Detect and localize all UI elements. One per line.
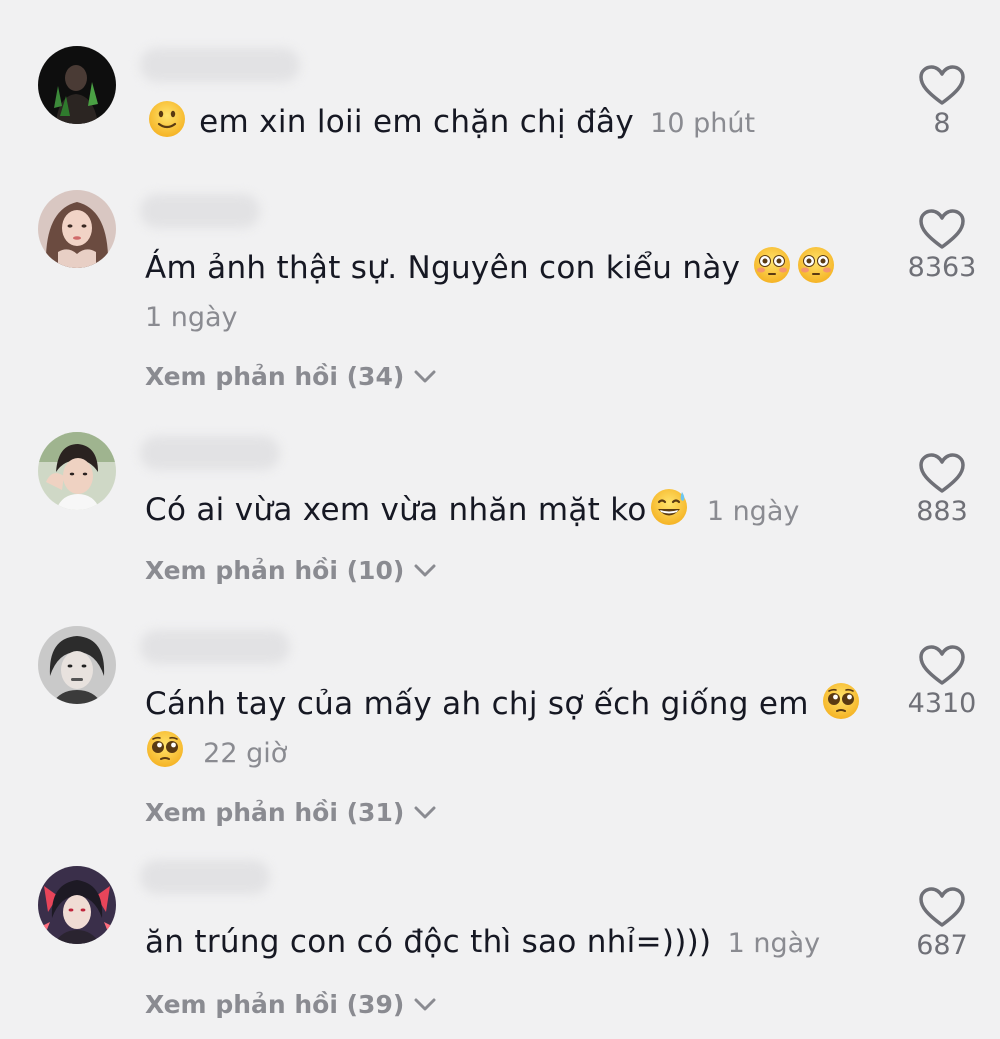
- view-replies-button[interactable]: Xem phản hồi (39): [145, 990, 436, 1019]
- heart-outline-icon: [919, 208, 965, 250]
- heart-outline-icon: [919, 64, 965, 106]
- like-count: 687: [916, 930, 968, 961]
- like-button[interactable]: 687: [900, 886, 984, 961]
- flushed-face-icon: [796, 245, 836, 285]
- heart-outline-icon: [919, 644, 965, 686]
- comment-text: Có ai vừa xem vừa nhăn mặt ko 1 ngày: [145, 486, 885, 536]
- comment-text: Cánh tay của mấy ah chj sợ ếch giống em …: [145, 680, 885, 778]
- view-replies-button[interactable]: Xem phản hồi (31): [145, 798, 436, 827]
- username-blurred[interactable]: [140, 48, 300, 82]
- like-button[interactable]: 8363: [900, 208, 984, 283]
- comment-time: 1 ngày: [727, 928, 821, 959]
- like-button[interactable]: 8: [900, 64, 984, 139]
- avatar[interactable]: [38, 626, 116, 704]
- pleading-face-icon: [821, 681, 861, 721]
- comment-text: ăn trúng con có độc thì sao nhỉ=)))) 1 n…: [145, 924, 821, 960]
- comment-time: 22 giờ: [203, 738, 288, 769]
- comment-time: 1 ngày: [706, 496, 800, 527]
- like-button[interactable]: 4310: [900, 644, 984, 719]
- like-count: 8: [933, 108, 951, 139]
- username-blurred[interactable]: [140, 630, 290, 664]
- chevron-down-icon: [414, 806, 436, 820]
- heart-outline-icon: [919, 452, 965, 494]
- chevron-down-icon: [414, 564, 436, 578]
- avatar[interactable]: [38, 190, 116, 268]
- chevron-down-icon: [414, 370, 436, 384]
- avatar[interactable]: [38, 432, 116, 510]
- grinning-sweat-face-icon: [649, 487, 689, 527]
- username-blurred[interactable]: [140, 860, 270, 894]
- avatar[interactable]: [38, 866, 116, 944]
- comment-text: Ám ảnh thật sự. Nguyên con kiểu này 1 ng…: [145, 244, 885, 342]
- flushed-face-icon: [752, 245, 792, 285]
- username-blurred[interactable]: [140, 194, 260, 228]
- comment-time: 10 phút: [650, 108, 756, 139]
- slightly-smiling-face-icon: [147, 99, 187, 139]
- avatar[interactable]: [38, 46, 116, 124]
- like-count: 883: [916, 496, 968, 527]
- heart-outline-icon: [919, 886, 965, 928]
- comment-time: 1 ngày: [145, 302, 238, 333]
- like-button[interactable]: 883: [900, 452, 984, 527]
- chevron-down-icon: [414, 998, 436, 1012]
- username-blurred[interactable]: [140, 436, 280, 470]
- pleading-face-icon: [145, 729, 185, 769]
- view-replies-button[interactable]: Xem phản hồi (34): [145, 362, 436, 391]
- view-replies-button[interactable]: Xem phản hồi (10): [145, 556, 436, 585]
- like-count: 4310: [907, 688, 977, 719]
- like-count: 8363: [907, 252, 977, 283]
- comment-text: em xin loii em chặn chị đây 10 phút: [145, 98, 885, 148]
